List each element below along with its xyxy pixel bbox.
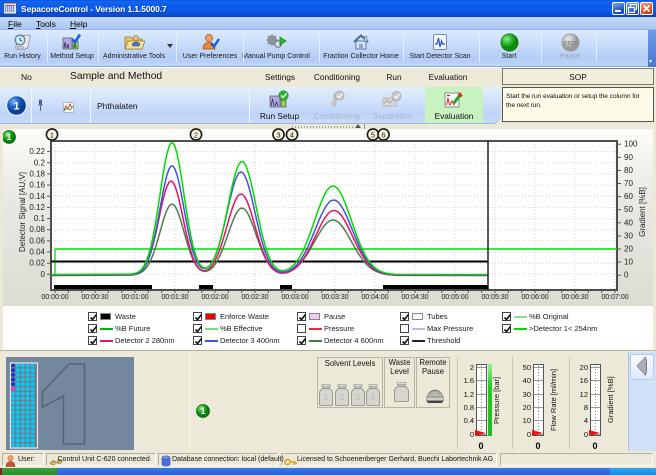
- svg-text:80: 80: [624, 166, 633, 175]
- svg-text:00:01:30: 00:01:30: [161, 294, 188, 301]
- svg-text:70: 70: [624, 179, 633, 188]
- svg-text:0.12: 0.12: [29, 203, 45, 212]
- svg-text:60: 60: [624, 192, 633, 201]
- svg-text:00:05:30: 00:05:30: [481, 294, 508, 301]
- svg-text:00:04:30: 00:04:30: [401, 294, 428, 301]
- svg-text:00:05:00: 00:05:00: [441, 294, 468, 301]
- svg-text:00:00:30: 00:00:30: [81, 294, 108, 301]
- svg-text:00:07:00: 00:07:00: [601, 294, 628, 301]
- svg-text:1: 1: [6, 132, 11, 142]
- svg-text:3: 3: [355, 393, 360, 402]
- svg-text:6: 6: [381, 131, 385, 140]
- svg-text:0.1: 0.1: [34, 214, 46, 223]
- svg-text:20: 20: [624, 245, 633, 254]
- svg-text:0.04: 0.04: [29, 248, 45, 257]
- svg-text:2: 2: [194, 131, 198, 140]
- svg-text:4: 4: [371, 393, 376, 402]
- svg-text:0.06: 0.06: [29, 236, 45, 245]
- svg-text:00:03:00: 00:03:00: [281, 294, 308, 301]
- svg-text:5: 5: [371, 131, 375, 140]
- svg-text:0.14: 0.14: [29, 192, 45, 201]
- svg-text:0.18: 0.18: [29, 169, 45, 178]
- svg-text:0.02: 0.02: [29, 259, 45, 268]
- svg-text:00:03:30: 00:03:30: [321, 294, 348, 301]
- svg-text:00:06:30: 00:06:30: [561, 294, 588, 301]
- svg-text:0: 0: [624, 271, 629, 280]
- svg-text:0: 0: [41, 270, 46, 279]
- svg-text:3: 3: [276, 131, 280, 140]
- svg-text:30: 30: [624, 231, 633, 240]
- svg-text:100: 100: [624, 140, 638, 149]
- svg-text:00:04:00: 00:04:00: [361, 294, 388, 301]
- svg-text:1: 1: [50, 131, 54, 140]
- svg-text:00:06:00: 00:06:00: [521, 294, 548, 301]
- svg-text:Gradient [%B]: Gradient [%B]: [638, 187, 647, 237]
- svg-text:0.16: 0.16: [29, 181, 45, 190]
- svg-text:1: 1: [324, 393, 329, 402]
- svg-text:1: 1: [200, 406, 205, 416]
- svg-text:0.22: 0.22: [29, 147, 45, 156]
- svg-text:10: 10: [624, 258, 633, 267]
- svg-text:00:02:30: 00:02:30: [241, 294, 268, 301]
- svg-text:00:02:00: 00:02:00: [201, 294, 228, 301]
- svg-text:00:01:00: 00:01:00: [121, 294, 148, 301]
- svg-text:Detector Signal [AU;V]: Detector Signal [AU;V]: [18, 172, 27, 252]
- svg-text:0.2: 0.2: [34, 158, 46, 167]
- svg-text:2: 2: [340, 393, 345, 402]
- svg-text:00:00:00: 00:00:00: [41, 294, 68, 301]
- svg-text:40: 40: [624, 218, 633, 227]
- svg-text:4: 4: [290, 131, 294, 140]
- svg-text:90: 90: [624, 153, 633, 162]
- svg-text:50: 50: [624, 205, 633, 214]
- svg-text:0.08: 0.08: [29, 225, 45, 234]
